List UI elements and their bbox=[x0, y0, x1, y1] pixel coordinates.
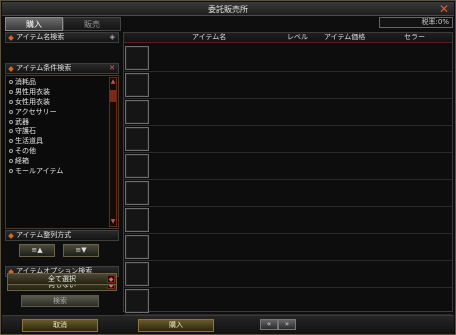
category-label: 男性用衣装 bbox=[15, 87, 50, 96]
item-sort-header: アイテム整列方式 bbox=[5, 230, 119, 241]
section-bullet-icon bbox=[8, 35, 14, 41]
category-item[interactable]: 男性用衣装 bbox=[8, 87, 110, 97]
category-bullet-icon bbox=[9, 109, 13, 114]
sort-up-icon: ≡▲ bbox=[31, 246, 43, 254]
category-bullet-icon bbox=[9, 129, 13, 134]
category-bullet-icon bbox=[9, 119, 13, 124]
next-page-icon: » bbox=[284, 320, 290, 328]
category-item[interactable]: 守護石 bbox=[8, 126, 110, 136]
item-sort-label: アイテム整列方式 bbox=[16, 231, 72, 239]
category-label: 生活道具 bbox=[15, 137, 43, 146]
scroll-thumb[interactable] bbox=[110, 90, 116, 102]
item-list-panel: アイテム名 レベル アイテム価格 セラー bbox=[123, 32, 453, 315]
tab-sell[interactable]: 販売 bbox=[63, 17, 121, 31]
buy-button[interactable]: 購入 bbox=[138, 319, 214, 332]
item-condition-search-label: アイテム条件検索 bbox=[16, 64, 72, 72]
table-row[interactable] bbox=[124, 99, 452, 126]
category-item[interactable]: 消耗品 bbox=[8, 77, 110, 87]
category-bullet-icon bbox=[9, 159, 13, 164]
category-item[interactable]: アクセサリー bbox=[8, 107, 110, 117]
tax-rate-display: 税率:0% bbox=[379, 17, 453, 28]
item-slot[interactable] bbox=[125, 154, 149, 178]
section-bullet-icon bbox=[8, 233, 14, 239]
tab-buy[interactable]: 購入 bbox=[5, 17, 63, 31]
select-all-dropdown[interactable]: 全て選択 ◆ bbox=[7, 273, 117, 285]
category-bullet-icon bbox=[9, 80, 13, 84]
item-condition-search-header[interactable]: アイテム条件検索 ✕ bbox=[5, 63, 119, 74]
category-bullet-icon bbox=[9, 149, 13, 154]
sort-descending-button[interactable]: ≡▼ bbox=[63, 244, 99, 257]
search-panel: アイテム名検索 ◈ アイテム条件検索 ✕ 消耗品 男性用衣装 女性用衣装 アクセサリー… bbox=[5, 32, 119, 312]
search-button[interactable]: 検索 bbox=[21, 295, 99, 307]
table-row[interactable] bbox=[124, 234, 452, 261]
consignment-window: 委託販売所 ✕ 購入 販売 税率:0% アイテム名検索 ◈ アイテム条件検索 ✕… bbox=[0, 0, 456, 335]
category-label: モールアイテム bbox=[15, 167, 64, 176]
title-bar[interactable]: 委託販売所 ✕ bbox=[2, 2, 454, 16]
window-title: 委託販売所 bbox=[208, 5, 248, 14]
item-slot[interactable] bbox=[125, 127, 149, 151]
category-label: 武器 bbox=[15, 117, 29, 126]
category-list: 消耗品 男性用衣装 女性用衣装 アクセサリー 武器 守護石 生活道具 その他 経箱 モールアイテム bbox=[8, 77, 110, 176]
table-row[interactable] bbox=[124, 45, 452, 72]
column-seller: セラー bbox=[404, 33, 425, 41]
table-row[interactable] bbox=[124, 180, 452, 207]
item-slot[interactable] bbox=[125, 46, 149, 70]
table-row[interactable] bbox=[124, 288, 452, 315]
table-header: アイテム名 レベル アイテム価格 セラー bbox=[124, 33, 452, 43]
column-item-name: アイテム名 bbox=[192, 33, 227, 41]
table-row[interactable] bbox=[124, 207, 452, 234]
category-label: 女性用衣装 bbox=[15, 97, 50, 106]
item-slot[interactable] bbox=[125, 235, 149, 259]
item-name-search-header[interactable]: アイテム名検索 ◈ bbox=[5, 32, 119, 43]
sort-ascending-button[interactable]: ≡▲ bbox=[19, 244, 55, 257]
scroll-up-icon[interactable]: ▲ bbox=[110, 79, 116, 85]
item-slot[interactable] bbox=[125, 100, 149, 124]
item-slot[interactable] bbox=[125, 73, 149, 97]
column-item-price: アイテム価格 bbox=[324, 33, 366, 41]
item-slot[interactable] bbox=[125, 289, 149, 313]
category-bullet-icon bbox=[9, 169, 13, 174]
table-row[interactable] bbox=[124, 72, 452, 99]
category-label: 経箱 bbox=[15, 157, 29, 166]
category-item[interactable]: その他 bbox=[8, 146, 110, 156]
item-slot[interactable] bbox=[125, 262, 149, 286]
close-icon[interactable]: ✕ bbox=[109, 64, 115, 73]
next-page-button[interactable]: » bbox=[278, 319, 296, 330]
cancel-button[interactable]: 取消 bbox=[22, 319, 98, 332]
select-all-label: 全て選択 bbox=[48, 275, 76, 283]
column-level: レベル bbox=[287, 33, 308, 41]
item-name-search-label: アイテム名検索 bbox=[16, 33, 65, 41]
prev-page-button[interactable]: « bbox=[260, 319, 278, 330]
prev-page-icon: « bbox=[266, 320, 272, 328]
category-item[interactable]: 経箱 bbox=[8, 156, 110, 166]
table-row[interactable] bbox=[124, 126, 452, 153]
category-item[interactable]: モールアイテム bbox=[8, 166, 110, 176]
category-scrollbar[interactable]: ▲ ▼ bbox=[109, 77, 117, 227]
dropdown-arrow-icon[interactable]: ◆ bbox=[107, 275, 115, 283]
item-slot[interactable] bbox=[125, 208, 149, 232]
category-item[interactable]: 武器 bbox=[8, 117, 110, 127]
category-label: アクセサリー bbox=[15, 107, 57, 116]
category-list-box: 消耗品 男性用衣装 女性用衣装 アクセサリー 武器 守護石 生活道具 その他 経箱 モールアイテム… bbox=[5, 75, 119, 229]
item-slot[interactable] bbox=[125, 181, 149, 205]
category-item[interactable]: 女性用衣装 bbox=[8, 97, 110, 107]
category-bullet-icon bbox=[9, 139, 13, 144]
category-bullet-icon bbox=[9, 99, 13, 104]
close-icon[interactable]: ✕ bbox=[438, 3, 450, 15]
category-label: 守護石 bbox=[15, 127, 36, 136]
table-row[interactable] bbox=[124, 153, 452, 180]
scroll-down-icon[interactable]: ▼ bbox=[110, 219, 116, 225]
category-item[interactable]: 生活道具 bbox=[8, 136, 110, 146]
category-bullet-icon bbox=[9, 89, 13, 94]
category-label: その他 bbox=[15, 147, 36, 156]
category-label: 消耗品 bbox=[15, 78, 36, 86]
bottom-bar: 取消 購入 « » bbox=[2, 315, 454, 334]
section-bullet-icon bbox=[8, 66, 14, 72]
sort-down-icon: ≡▼ bbox=[75, 246, 87, 254]
table-row[interactable] bbox=[124, 261, 452, 288]
toggle-icon[interactable]: ◈ bbox=[110, 33, 115, 42]
